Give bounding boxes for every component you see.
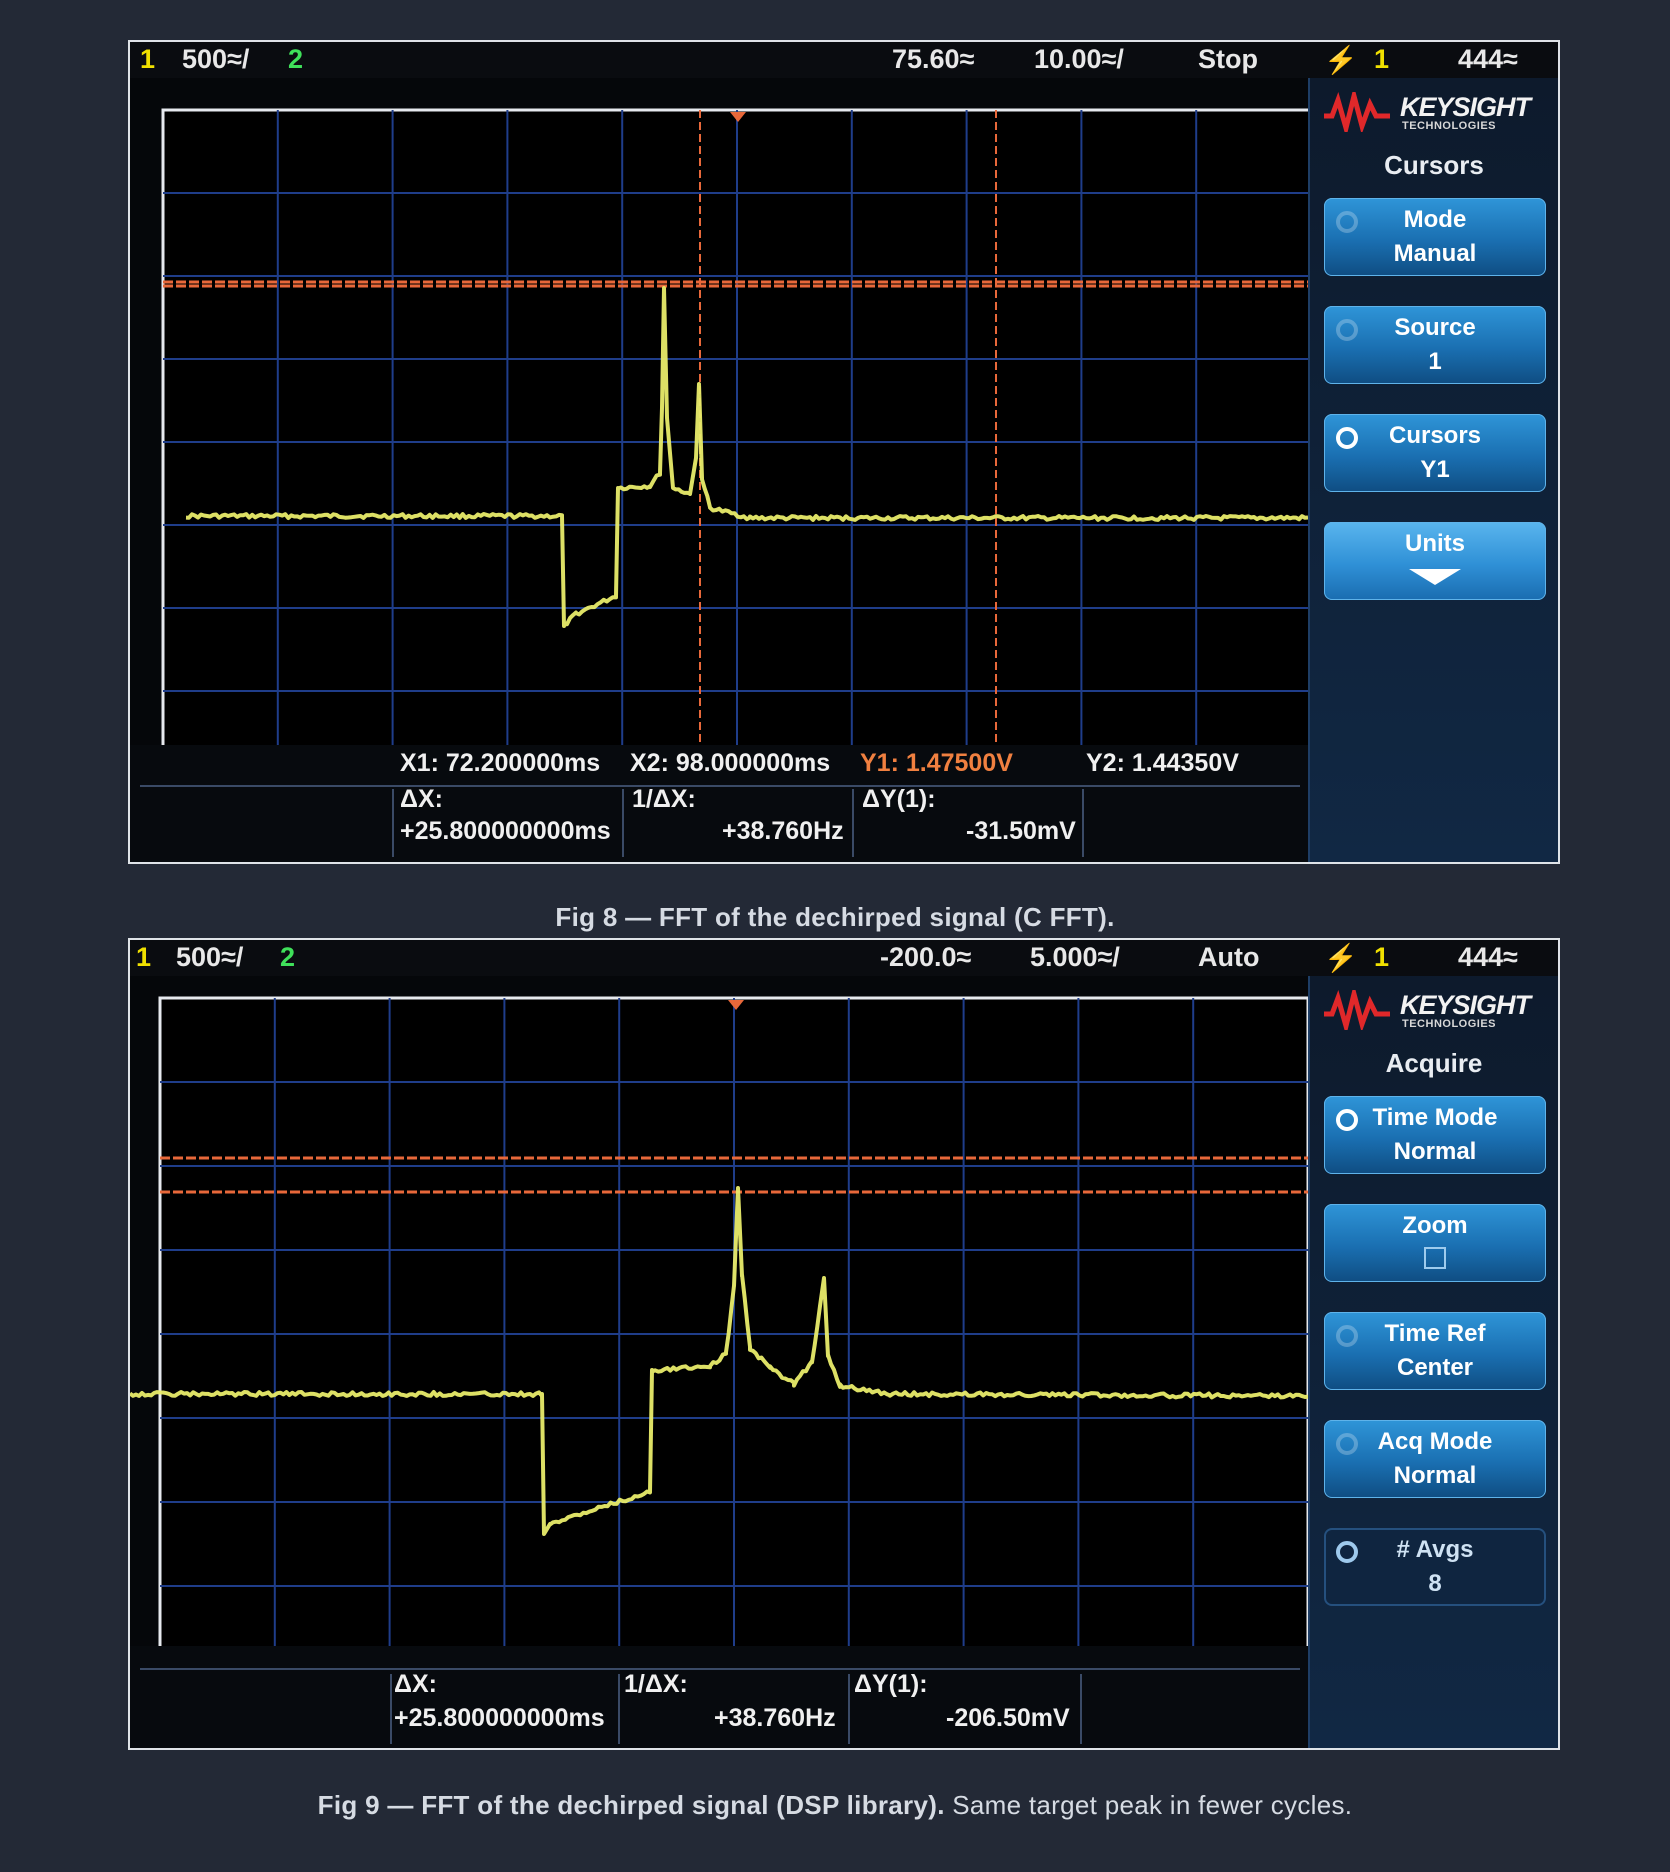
channel1-number[interactable]: 1 bbox=[140, 44, 155, 75]
trigger-level[interactable]: 444≈ bbox=[1458, 44, 1518, 75]
channel1-number[interactable]: 1 bbox=[136, 942, 151, 973]
softkey-time-mode[interactable]: Time Mode Normal bbox=[1324, 1096, 1546, 1174]
run-state[interactable]: Auto bbox=[1198, 942, 1259, 973]
inverse-delta-x-value: +38.760Hz bbox=[722, 817, 844, 845]
softkey-ring-icon bbox=[1336, 211, 1358, 233]
softkey-source[interactable]: Source 1 bbox=[1324, 306, 1546, 384]
keysight-logo: KEYSIGHT TECHNOLOGIES bbox=[1324, 88, 1552, 140]
channel1-scale[interactable]: 500≈/ bbox=[182, 44, 249, 75]
figure8-caption: Fig 8 — FFT of the dechirped signal (C F… bbox=[555, 902, 1115, 932]
delta-y-value: -206.50mV bbox=[946, 1704, 1070, 1732]
menu-title: Acquire bbox=[1385, 1048, 1483, 1078]
horizontal-delay[interactable]: 75.60≈ bbox=[892, 44, 974, 75]
softkey-panel: KEYSIGHT TECHNOLOGIES Cursors Mode Manua… bbox=[1308, 78, 1558, 862]
delta-x-label: ΔX: bbox=[400, 785, 443, 813]
cursor-y1-readout: Y1: 1.47500V bbox=[860, 749, 1013, 777]
softkey-cursors[interactable]: Cursors Y1 bbox=[1324, 414, 1546, 492]
measurement-separator bbox=[852, 789, 854, 857]
softkey-panel: KEYSIGHT TECHNOLOGIES Acquire Time Mode … bbox=[1308, 976, 1558, 1748]
trigger-icon: ⚡ bbox=[1324, 45, 1358, 75]
softkey-ring-icon bbox=[1336, 1325, 1358, 1347]
measurement-separator bbox=[390, 1674, 392, 1744]
softkey-num-averages[interactable]: # Avgs 8 bbox=[1324, 1528, 1546, 1606]
softkey-time-ref[interactable]: Time Ref Center bbox=[1324, 1312, 1546, 1390]
softkey-ring-icon bbox=[1336, 1109, 1358, 1131]
delta-x-value: +25.800000000ms bbox=[394, 1704, 605, 1732]
keysight-logo-icon bbox=[1324, 990, 1390, 1030]
figure9-caption-title: Fig 9 — FFT of the dechirped signal (DSP… bbox=[317, 1790, 945, 1820]
delta-y-label: ΔY(1): bbox=[862, 785, 936, 813]
softkey-ring-icon bbox=[1336, 1541, 1358, 1563]
measurement-separator bbox=[622, 789, 624, 857]
channel2-number[interactable]: 2 bbox=[288, 44, 303, 75]
figure9-caption-note: Same target peak in fewer cycles. bbox=[944, 1790, 1353, 1820]
delta-x-label: ΔX: bbox=[394, 1670, 437, 1698]
brand-name: KEYSIGHT bbox=[1400, 92, 1531, 122]
scope-screenshot-fig8: 1 500≈/ 2 75.60≈ 10.00≈/ Stop ⚡ 1 444≈ X… bbox=[128, 40, 1560, 864]
cursor-x2-readout: X2: 98.000000ms bbox=[630, 749, 831, 777]
inverse-delta-x-value: +38.760Hz bbox=[714, 1704, 836, 1732]
measurement-separator bbox=[618, 1674, 620, 1744]
softkey-ring-icon bbox=[1336, 319, 1358, 341]
figure9-caption: Fig 9 — FFT of the dechirped signal (DSP… bbox=[0, 1790, 1670, 1821]
trigger-icon: ⚡ bbox=[1324, 943, 1358, 973]
measurement-separator bbox=[1080, 1674, 1082, 1744]
measurement-separator bbox=[392, 789, 394, 857]
measurement-separator bbox=[1082, 789, 1084, 857]
cursor-x1-readout: X1: 72.200000ms bbox=[400, 749, 601, 777]
timebase-scale[interactable]: 10.00≈/ bbox=[1034, 44, 1124, 75]
timebase-scale[interactable]: 5.000≈/ bbox=[1030, 942, 1120, 973]
measurement-separator bbox=[848, 1674, 850, 1744]
trigger-level[interactable]: 444≈ bbox=[1458, 942, 1518, 973]
cursor-y2-readout: Y2: 1.44350V bbox=[1086, 749, 1239, 777]
zoom-box-icon bbox=[1424, 1247, 1446, 1269]
waveform-display bbox=[130, 996, 1310, 1672]
inverse-delta-x-label: 1/ΔX: bbox=[624, 1670, 688, 1698]
softkey-units[interactable]: Units bbox=[1324, 522, 1546, 600]
cursor-measurements: ΔX: +25.800000000ms 1/ΔX: +38.760Hz ΔY(1… bbox=[130, 1646, 1312, 1748]
channel1-scale[interactable]: 500≈/ bbox=[176, 942, 243, 973]
scope-status-bar: 1 500≈/ 2 75.60≈ 10.00≈/ Stop ⚡ 1 444≈ bbox=[130, 42, 1558, 78]
scope-screenshot-fig9: 1 500≈/ 2 -200.0≈ 5.000≈/ Auto ⚡ 1 444≈ … bbox=[128, 938, 1560, 1750]
measurement-divider bbox=[140, 785, 1300, 787]
trigger-source[interactable]: 1 bbox=[1374, 44, 1389, 75]
inverse-delta-x-label: 1/ΔX: bbox=[632, 785, 696, 813]
brand-subtitle: TECHNOLOGIES bbox=[1402, 120, 1497, 132]
keysight-logo-icon bbox=[1324, 92, 1390, 132]
softkey-ring-icon bbox=[1336, 1433, 1358, 1455]
delta-y-label: ΔY(1): bbox=[854, 1670, 928, 1698]
measurement-divider bbox=[140, 1668, 1300, 1670]
menu-title: Cursors bbox=[1384, 150, 1484, 180]
cursor-measurements: X1: 72.200000ms X2: 98.000000ms Y1: 1.47… bbox=[130, 745, 1312, 862]
waveform-display bbox=[161, 108, 1312, 776]
softkey-acq-mode[interactable]: Acq Mode Normal bbox=[1324, 1420, 1546, 1498]
delta-y-value: -31.50mV bbox=[966, 817, 1076, 845]
softkey-mode[interactable]: Mode Manual bbox=[1324, 198, 1546, 276]
horizontal-delay[interactable]: -200.0≈ bbox=[880, 942, 971, 973]
softkey-ring-icon bbox=[1336, 427, 1358, 449]
softkey-zoom[interactable]: Zoom bbox=[1324, 1204, 1546, 1282]
delta-x-value: +25.800000000ms bbox=[400, 817, 611, 845]
brand-subtitle: TECHNOLOGIES bbox=[1402, 1018, 1497, 1030]
run-state[interactable]: Stop bbox=[1198, 44, 1258, 75]
trigger-source[interactable]: 1 bbox=[1374, 942, 1389, 973]
brand-name: KEYSIGHT bbox=[1400, 990, 1531, 1020]
down-arrow-icon bbox=[1409, 569, 1461, 585]
scope-status-bar: 1 500≈/ 2 -200.0≈ 5.000≈/ Auto ⚡ 1 444≈ bbox=[130, 940, 1558, 976]
channel2-number[interactable]: 2 bbox=[280, 942, 295, 973]
keysight-logo: KEYSIGHT TECHNOLOGIES bbox=[1324, 986, 1552, 1038]
